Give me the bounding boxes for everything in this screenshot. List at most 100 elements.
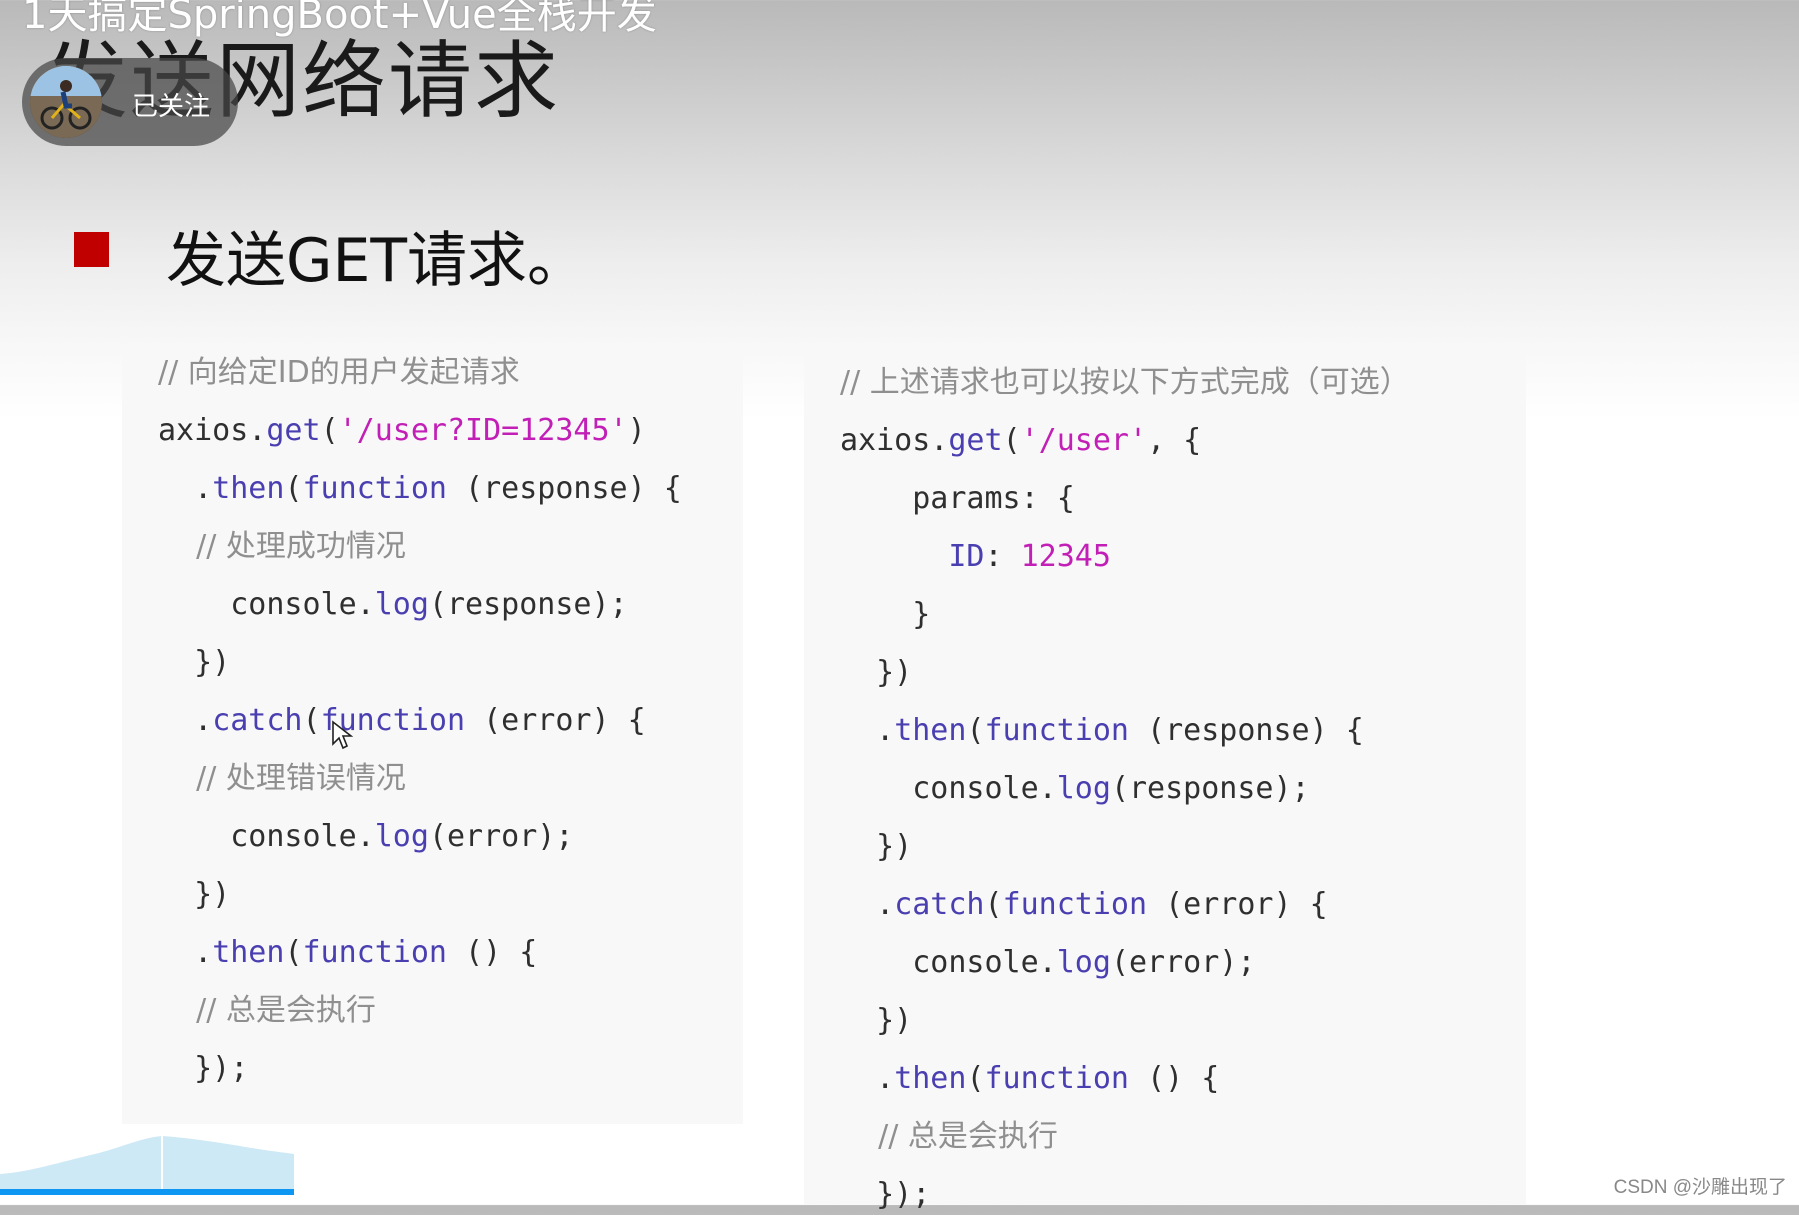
code-token: () { [1129,1061,1220,1096]
code-line: .catch(function (error) { [158,701,646,741]
code-token: . [840,713,895,748]
code-line: } [840,595,930,635]
code-block-left: // 向给定ID的用户发起请求 axios.get('/user?ID=12345… [122,346,743,1124]
code-token: (response); [428,587,628,622]
code-token: ( [966,1061,985,1096]
code-line: console.log(error); [158,817,573,857]
code-token: then [212,935,285,970]
code-token: '/user' [1020,423,1148,458]
code-token: console. [840,945,1057,980]
code-token: get [948,423,1003,458]
code-token: (error); [428,819,574,854]
bullet-text: 发送GET请求。 [166,226,588,296]
code-line: .then(function (response) { [158,469,682,509]
code-token: }) [840,829,913,864]
code-token: function [302,471,448,506]
code-token: catch [894,887,985,922]
code-block-right: // 上述请求也可以按以下方式完成（可选） axios.get ( '/user', … [804,346,1526,1212]
code-token: }) [840,1003,913,1038]
code-token: ( [320,413,339,448]
progress-waveform[interactable] [0,1132,294,1192]
code-token: }); [840,1177,931,1212]
follow-label: 已关注 [132,92,211,122]
code-token: function [1002,887,1148,922]
code-line: params: { [840,479,1075,519]
code-token: , { [1147,423,1202,458]
code-token: ( [284,935,303,970]
code-token: console. [158,819,375,854]
code-token: axios. [840,423,949,458]
code-token: // 处理成功情况 [158,529,406,564]
code-token: . [840,1061,895,1096]
code-line: // 处理成功情况 [158,527,406,567]
code-token: '/user?ID=12345' [338,413,628,448]
code-token: } [840,597,931,632]
code-line: ID: 12345 [840,537,1111,577]
code-line: }); [158,1049,248,1089]
avatar[interactable] [30,66,102,138]
code-line: .then(function () { [840,1059,1219,1099]
code-token: ( [302,703,321,738]
code-token: (error); [1110,945,1256,980]
code-token: ) [627,413,646,448]
code-line: console.log(error); [840,943,1255,983]
code-token: . [158,703,213,738]
code-token: // 总是会执行 [840,1119,1058,1154]
code-token: then [894,713,967,748]
code-token: (response) { [447,471,682,506]
code-token: }) [158,877,231,912]
mouse-cursor-icon [332,720,353,750]
code-token: ( [966,713,985,748]
code-token: function [984,713,1130,748]
code-token: () { [447,935,538,970]
video-progress-bar[interactable] [0,1189,294,1195]
code-line: }) [840,653,912,693]
code-token: function [302,935,448,970]
code-token: log [1056,771,1111,806]
code-line: .then(function (response) { [840,711,1364,751]
code-line: }) [840,1001,912,1041]
code-token: log [374,587,429,622]
code-token: (response) { [1129,713,1364,748]
code-token: get [266,413,321,448]
code-token: ( [984,887,1003,922]
code-token: }) [840,655,913,690]
code-line: // 总是会执行 [158,991,376,1031]
bullet-marker [74,232,109,267]
code-token: console. [840,771,1057,806]
code-token: (response); [1110,771,1310,806]
code-line: // 上述请求也可以按以下方式完成（可选） [840,363,1410,403]
code-token: then [212,471,285,506]
code-token: // 处理错误情况 [158,761,406,796]
code-token: // 上述请求也可以按以下方式完成（可选） [840,365,1410,400]
code-line: }) [158,643,230,683]
code-line: // 处理错误情况 [158,759,406,799]
code-token: then [894,1061,967,1096]
code-line: }) [840,827,912,867]
code-token: // 向给定ID的用户发起请求 [158,355,520,390]
watermark: CSDN @沙雕出现了 [1613,1177,1787,1198]
code-token: log [1056,945,1111,980]
code-token: 12345 [1020,539,1111,574]
code-line: console.log(response); [840,769,1310,809]
code-line: .catch(function (error) { [840,885,1328,925]
code-token: ( [284,471,303,506]
code-token: catch [212,703,303,738]
code-line: .then(function () { [158,933,537,973]
code-line: }); [840,1175,930,1215]
code-token: axios. [158,413,267,448]
follow-button[interactable]: 已关注 [22,58,238,146]
code-token: }); [158,1051,249,1086]
code-token: . [158,935,213,970]
code-line: // 总是会执行 [840,1117,1058,1157]
code-token: . [158,471,213,506]
code-token: console. [158,587,375,622]
code-line: console.log(response); [158,585,628,625]
code-token: function [984,1061,1130,1096]
code-token: }) [158,645,231,680]
code-line: axios.get('/user?ID=12345') [158,411,646,451]
code-token: params: { [840,481,1075,516]
code-line: // 向给定ID的用户发起请求 [158,353,520,393]
code-token: : [984,539,1021,574]
code-token: (error) { [465,703,646,738]
